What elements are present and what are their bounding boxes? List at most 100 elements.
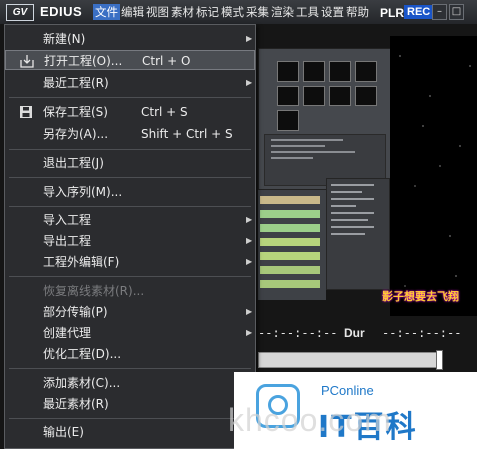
pconline-brand: PConline bbox=[321, 383, 374, 398]
menu-separator bbox=[9, 206, 251, 207]
menu-item-open-project[interactable]: 打开工程(O)... Ctrl + O bbox=[5, 50, 255, 70]
menu-settings[interactable]: 设置 bbox=[320, 4, 345, 20]
menu-item-shortcut: Ctrl + O bbox=[142, 54, 191, 68]
menu-capture[interactable]: 采集 bbox=[245, 4, 270, 20]
clip-thumbnail[interactable] bbox=[329, 85, 351, 107]
clip-list-panel bbox=[326, 178, 390, 290]
timeline-track[interactable] bbox=[260, 238, 320, 246]
app-name: EDIUS bbox=[40, 4, 83, 19]
menu-render[interactable]: 渲染 bbox=[270, 4, 295, 20]
menu-item-external-edit[interactable]: 工程外编辑(F) ▶ bbox=[5, 252, 255, 272]
menu-item-shortcut: Shift + Ctrl + S bbox=[141, 127, 233, 141]
submenu-arrow-icon: ▶ bbox=[246, 307, 253, 316]
clip-thumbnail[interactable] bbox=[355, 61, 377, 82]
menu-item-optimize-project[interactable]: 优化工程(D)... bbox=[5, 344, 255, 364]
timecode-out: --:--:--:-- bbox=[382, 326, 462, 340]
menu-item-label: 添加素材(C)... bbox=[43, 376, 121, 390]
menu-item-label: 退出工程(J) bbox=[43, 156, 104, 170]
submenu-arrow-icon: ▶ bbox=[246, 215, 253, 224]
menu-item-label: 导入序列(M)... bbox=[43, 185, 123, 199]
menu-item-label: 创建代理 bbox=[43, 326, 92, 340]
menu-item-shortcut: Ctrl + S bbox=[141, 105, 188, 119]
menu-item-partial-transfer[interactable]: 部分传输(P) ▶ bbox=[5, 302, 255, 322]
menu-item-recent-clips[interactable]: 最近素材(R) ▶ bbox=[5, 394, 255, 414]
plr-mode-label[interactable]: PLR bbox=[380, 6, 404, 20]
submenu-arrow-icon: ▶ bbox=[246, 236, 253, 245]
menu-item-import-sequence[interactable]: 导入序列(M)... bbox=[5, 182, 255, 202]
thumbnail-grid bbox=[277, 61, 377, 131]
clip-thumbnail[interactable] bbox=[277, 61, 299, 82]
app-logo: GV bbox=[6, 4, 34, 21]
timeline-track[interactable] bbox=[260, 266, 320, 274]
duration-label: Dur bbox=[344, 326, 365, 340]
menu-item-label: 保存工程(S) bbox=[43, 105, 108, 119]
menu-clip[interactable]: 素材 bbox=[170, 4, 195, 20]
menu-item-restore-offline[interactable]: 恢复离线素材(R)... bbox=[5, 281, 255, 301]
clip-thumbnail[interactable] bbox=[277, 110, 299, 131]
timeline-area bbox=[258, 190, 326, 300]
menu-item-close-project[interactable]: 退出工程(J) bbox=[5, 153, 255, 173]
menu-item-export-project[interactable]: 导出工程 ▶ bbox=[5, 231, 255, 251]
timeline-track[interactable] bbox=[260, 224, 320, 232]
clip-thumbnail[interactable] bbox=[277, 85, 299, 107]
menu-item-label: 工程外编辑(F) bbox=[43, 255, 120, 269]
position-scrubber[interactable] bbox=[258, 352, 440, 368]
menu-item-label: 导入工程 bbox=[43, 213, 92, 227]
timecode-in: --:--:--:-- bbox=[258, 326, 338, 340]
preview-caption: 影子想要去飞翔 bbox=[382, 290, 459, 303]
site-watermark: khcoo.com bbox=[228, 402, 392, 438]
submenu-arrow-icon: ▶ bbox=[246, 78, 253, 87]
timeline-track[interactable] bbox=[260, 196, 320, 204]
rec-mode-label[interactable]: REC bbox=[404, 5, 434, 19]
menu-item-new[interactable]: 新建(N) ▶ bbox=[5, 29, 255, 49]
menu-separator bbox=[9, 97, 251, 98]
title-bar: GV EDIUS 文件 编辑 视图 素材 标记 模式 采集 渲染 工具 设置 帮… bbox=[0, 0, 477, 25]
menu-view[interactable]: 视图 bbox=[145, 4, 170, 20]
bin-window bbox=[258, 48, 392, 190]
menu-item-create-proxy[interactable]: 创建代理 ▶ bbox=[5, 323, 255, 343]
clip-thumbnail[interactable] bbox=[355, 85, 377, 107]
menu-separator bbox=[9, 418, 251, 419]
menu-item-label: 新建(N) bbox=[43, 32, 86, 46]
clip-thumbnail[interactable] bbox=[329, 61, 351, 82]
open-folder-icon bbox=[20, 55, 34, 68]
menu-item-label: 打开工程(O)... bbox=[44, 54, 123, 68]
menu-separator bbox=[9, 177, 251, 178]
menu-help[interactable]: 帮助 bbox=[345, 4, 370, 20]
menu-separator bbox=[9, 368, 251, 369]
clip-thumbnail[interactable] bbox=[303, 85, 325, 107]
menu-separator bbox=[9, 276, 251, 277]
file-menu-dropdown: 新建(N) ▶ 打开工程(O)... Ctrl + O 最近工程(R) ▶ 保存… bbox=[4, 24, 256, 449]
menu-item-save-project[interactable]: 保存工程(S) Ctrl + S bbox=[5, 102, 255, 122]
menu-mode[interactable]: 模式 bbox=[220, 4, 245, 20]
maximize-icon[interactable]: □ bbox=[449, 4, 464, 20]
timeline-track[interactable] bbox=[260, 280, 320, 288]
menu-item-label: 最近工程(R) bbox=[43, 76, 109, 90]
menu-item-import-project[interactable]: 导入工程 ▶ bbox=[5, 210, 255, 230]
menu-item-export[interactable]: 输出(E) ▶ bbox=[5, 422, 255, 442]
timeline-track[interactable] bbox=[260, 252, 320, 260]
menu-item-label: 导出工程 bbox=[43, 234, 92, 248]
menu-bar: 文件 编辑 视图 素材 标记 模式 采集 渲染 工具 设置 帮助 bbox=[93, 4, 370, 20]
menu-item-label: 另存为(A)... bbox=[43, 127, 109, 141]
clip-thumbnail[interactable] bbox=[303, 61, 325, 82]
submenu-arrow-icon: ▶ bbox=[246, 328, 253, 337]
save-disk-icon bbox=[20, 106, 32, 118]
menu-item-recent-projects[interactable]: 最近工程(R) ▶ bbox=[5, 73, 255, 93]
preview-monitor bbox=[390, 36, 477, 316]
menu-item-save-as[interactable]: 另存为(A)... Shift + Ctrl + S bbox=[5, 124, 255, 144]
menu-file[interactable]: 文件 bbox=[93, 4, 120, 20]
menu-tools[interactable]: 工具 bbox=[295, 4, 320, 20]
timeline-track[interactable] bbox=[260, 210, 320, 218]
menu-item-label: 恢复离线素材(R)... bbox=[43, 284, 145, 298]
menu-item-label: 最近素材(R) bbox=[43, 397, 109, 411]
menu-marker[interactable]: 标记 bbox=[195, 4, 220, 20]
menu-item-add-clip[interactable]: 添加素材(C)... bbox=[5, 373, 255, 393]
scrubber-handle[interactable] bbox=[436, 350, 443, 370]
menu-item-label: 优化工程(D)... bbox=[43, 347, 122, 361]
submenu-arrow-icon: ▶ bbox=[246, 257, 253, 266]
submenu-arrow-icon: ▶ bbox=[246, 34, 253, 43]
menu-separator bbox=[9, 149, 251, 150]
minimize-icon[interactable]: – bbox=[432, 4, 447, 20]
menu-edit[interactable]: 编辑 bbox=[120, 4, 145, 20]
